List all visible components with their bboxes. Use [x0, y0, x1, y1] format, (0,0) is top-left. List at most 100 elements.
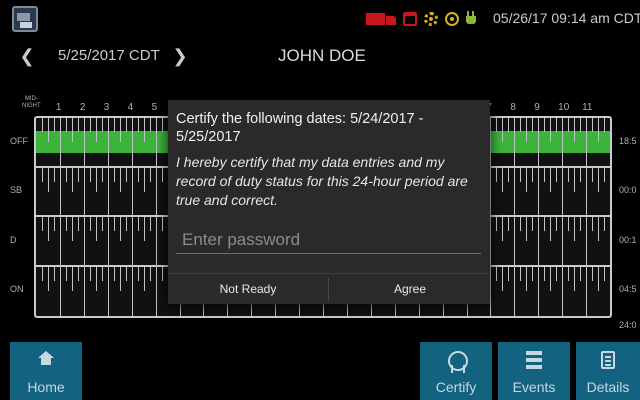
hour-gridline [131, 167, 133, 217]
hour-gridline [131, 118, 133, 168]
next-day-chevron-icon[interactable]: ❯ [171, 46, 189, 66]
quarter-hour-tick [532, 266, 534, 281]
quarter-hour-tick [101, 217, 103, 231]
agree-button[interactable]: Agree [330, 274, 490, 304]
quarter-hour-tick [592, 118, 594, 132]
quarter-hour-tick [508, 266, 510, 281]
quarter-hour-tick [89, 118, 91, 132]
events-button[interactable]: Events [498, 342, 570, 400]
quarter-hour-tick [568, 118, 570, 132]
status-total: 00:1 [619, 234, 637, 245]
hour-gridline [514, 118, 516, 168]
quarter-hour-tick [502, 266, 504, 291]
quarter-hour-tick [95, 217, 97, 241]
quarter-hour-tick [592, 217, 594, 231]
hour-gridline [155, 167, 157, 217]
password-field[interactable] [176, 226, 481, 254]
hour-gridline [59, 266, 61, 316]
not-ready-button[interactable]: Not Ready [168, 274, 328, 304]
hour-gridline [490, 118, 492, 168]
quarter-hour-tick [77, 167, 79, 182]
quarter-hour-tick [508, 167, 510, 182]
quarter-hour-tick [143, 167, 145, 192]
quarter-hour-tick [149, 167, 151, 182]
quarter-hour-tick [580, 217, 582, 231]
driver-name: JOHN DOE [278, 46, 366, 65]
quarter-hour-tick [502, 118, 504, 142]
quarter-hour-tick [71, 266, 73, 291]
certify-label: Certify [435, 379, 477, 395]
quarter-hour-tick [496, 118, 498, 132]
quarter-hour-tick [71, 118, 73, 142]
quarter-hour-tick [508, 217, 510, 231]
hour-gridline [83, 118, 85, 168]
hour-gridline [59, 118, 61, 168]
quarter-hour-tick [532, 118, 534, 132]
quarter-hour-tick [526, 217, 528, 241]
quarter-hour-tick [143, 266, 145, 291]
quarter-hour-tick [496, 266, 498, 281]
hour-label: 3 [103, 102, 110, 113]
quarter-hour-tick [119, 217, 121, 241]
quarter-hour-tick [71, 167, 73, 192]
quarter-hour-tick [125, 118, 127, 132]
quarter-hour-tick [604, 217, 606, 231]
status-bar: 05/26/17 09:14 am CDT [0, 0, 640, 38]
hour-gridline [155, 217, 157, 267]
quarter-hour-tick [113, 266, 115, 281]
hour-gridline [131, 217, 133, 267]
hour-gridline [514, 217, 516, 267]
quarter-hour-tick [520, 266, 522, 281]
quarter-hour-tick [161, 217, 163, 231]
details-button[interactable]: Details [576, 342, 640, 400]
quarter-hour-tick [556, 217, 558, 231]
quarter-hour-tick [137, 266, 139, 281]
quarter-hour-tick [143, 217, 145, 241]
bottom-toolbar: Home Certify Events Details [0, 338, 640, 400]
certify-button[interactable]: Certify [420, 342, 492, 400]
home-label: Home [27, 379, 65, 395]
quarter-hour-tick [41, 167, 43, 182]
hour-gridline [107, 118, 109, 168]
quarter-hour-tick [47, 118, 49, 142]
hour-gridline [562, 217, 564, 267]
status-total: 00:0 [619, 185, 637, 196]
hour-gridline [490, 217, 492, 267]
status-label: SB [10, 185, 23, 196]
quarter-hour-tick [532, 217, 534, 231]
details-document-icon [601, 351, 615, 369]
quarter-hour-tick [41, 217, 43, 231]
quarter-hour-tick [574, 217, 576, 241]
quarter-hour-tick [125, 266, 127, 281]
quarter-hour-tick [47, 217, 49, 241]
quarter-hour-tick [113, 118, 115, 132]
quarter-hour-tick [520, 118, 522, 132]
hour-label: 8 [510, 102, 516, 113]
quarter-hour-tick [568, 217, 570, 231]
hour-label: 11 [582, 102, 593, 113]
quarter-hour-tick [550, 118, 552, 142]
quarter-hour-tick [580, 167, 582, 182]
previous-day-chevron-icon[interactable]: ❮ [18, 46, 36, 66]
calendar-icon [403, 12, 417, 26]
eld-screen: 05/26/17 09:14 am CDT ❮ 5/25/2017 CDT ❯ … [0, 0, 640, 400]
eld-app-icon[interactable] [12, 6, 38, 32]
details-label: Details [586, 379, 630, 395]
hour-gridline [586, 167, 588, 217]
quarter-hour-tick [53, 266, 55, 281]
quarter-hour-tick [47, 167, 49, 192]
quarter-hour-tick [53, 217, 55, 231]
log-date: 5/25/2017 CDT [58, 47, 160, 64]
hour-gridline [107, 167, 109, 217]
quarter-hour-tick [556, 266, 558, 281]
quarter-hour-tick [65, 118, 67, 132]
hour-gridline [490, 167, 492, 217]
home-button[interactable]: Home [10, 342, 82, 400]
certificate-icon [447, 351, 468, 373]
hour-gridline [155, 266, 157, 316]
status-datetime: 05/26/17 09:14 am CDT [493, 10, 640, 26]
hour-gridline [59, 217, 61, 267]
quarter-hour-tick [161, 118, 163, 132]
hour-gridline [538, 167, 540, 217]
quarter-hour-tick [119, 266, 121, 291]
